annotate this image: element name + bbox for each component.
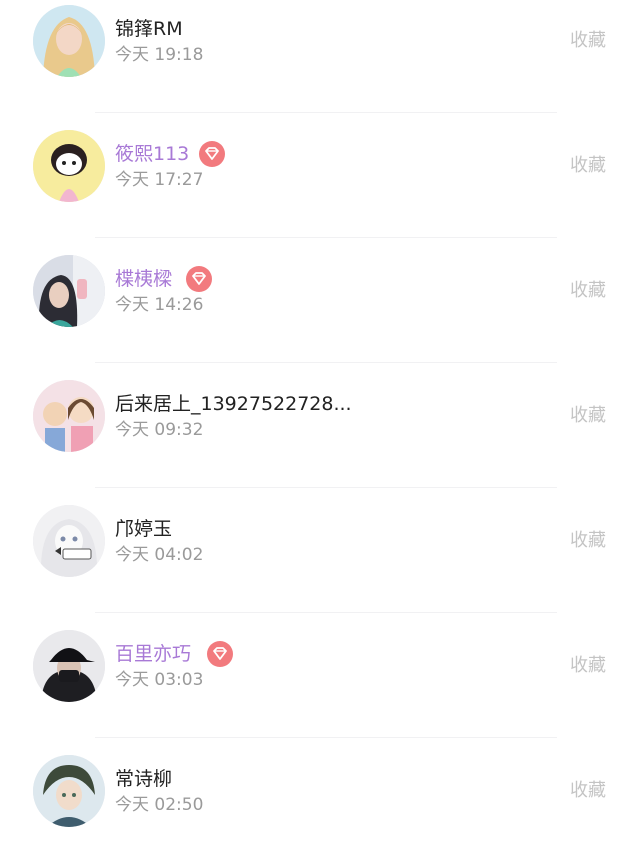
avatar-woman-blonde-icon[interactable] (33, 5, 105, 77)
user-name: 百里亦巧 (115, 643, 192, 665)
timestamp: 今天 17:27 (115, 170, 204, 190)
divider (95, 112, 557, 113)
avatar-cartoon-girl-icon[interactable] (33, 130, 105, 202)
avatar-girl-photo-icon[interactable] (33, 255, 105, 327)
collect-button[interactable]: 收藏 (570, 404, 606, 428)
timestamp: 今天 14:26 (115, 295, 204, 315)
user-name: 楪桋樑 (115, 268, 173, 290)
user-name: 筱熙113 (115, 143, 190, 165)
avatar-white-girl-icon[interactable] (33, 505, 105, 577)
list-item[interactable]: 楪桋樑 今天 14:26 收藏 (0, 250, 640, 362)
list-item[interactable]: 筱熙113 今天 17:27 收藏 (0, 125, 640, 237)
avatar-cap-person-icon[interactable] (33, 630, 105, 702)
divider (95, 487, 557, 488)
list-item[interactable]: 邝婷玉 今天 04:02 收藏 (0, 500, 640, 612)
timestamp: 今天 03:03 (115, 670, 204, 690)
list-item[interactable]: 后来居上_13927522728... 今天 09:32 收藏 (0, 375, 640, 487)
collect-button[interactable]: 收藏 (570, 279, 606, 303)
divider (95, 737, 557, 738)
divider (95, 362, 557, 363)
user-name: 后来居上_13927522728... (115, 393, 352, 415)
avatar-cartoon-couple-icon[interactable] (33, 380, 105, 452)
vip-diamond-icon (199, 141, 225, 167)
collect-button[interactable]: 收藏 (570, 779, 606, 803)
collect-button[interactable]: 收藏 (570, 154, 606, 178)
divider (95, 612, 557, 613)
avatar-anime-boy-icon[interactable] (33, 755, 105, 827)
timestamp: 今天 19:18 (115, 45, 204, 65)
timestamp: 今天 02:50 (115, 795, 204, 815)
timestamp: 今天 04:02 (115, 545, 204, 565)
list-item[interactable]: 锦箨RM 今天 19:18 收藏 (0, 0, 640, 112)
collect-button[interactable]: 收藏 (570, 29, 606, 53)
user-name: 邝婷玉 (115, 518, 173, 540)
user-name: 常诗柳 (115, 768, 173, 790)
timestamp: 今天 09:32 (115, 420, 204, 440)
divider (95, 237, 557, 238)
list-item[interactable]: 百里亦巧 今天 03:03 收藏 (0, 625, 640, 737)
vip-diamond-icon (207, 641, 233, 667)
list-item[interactable]: 常诗柳 今天 02:50 收藏 (0, 750, 640, 862)
collect-button[interactable]: 收藏 (570, 529, 606, 553)
vip-diamond-icon (186, 266, 212, 292)
user-name: 锦箨RM (115, 18, 183, 40)
collect-button[interactable]: 收藏 (570, 654, 606, 678)
